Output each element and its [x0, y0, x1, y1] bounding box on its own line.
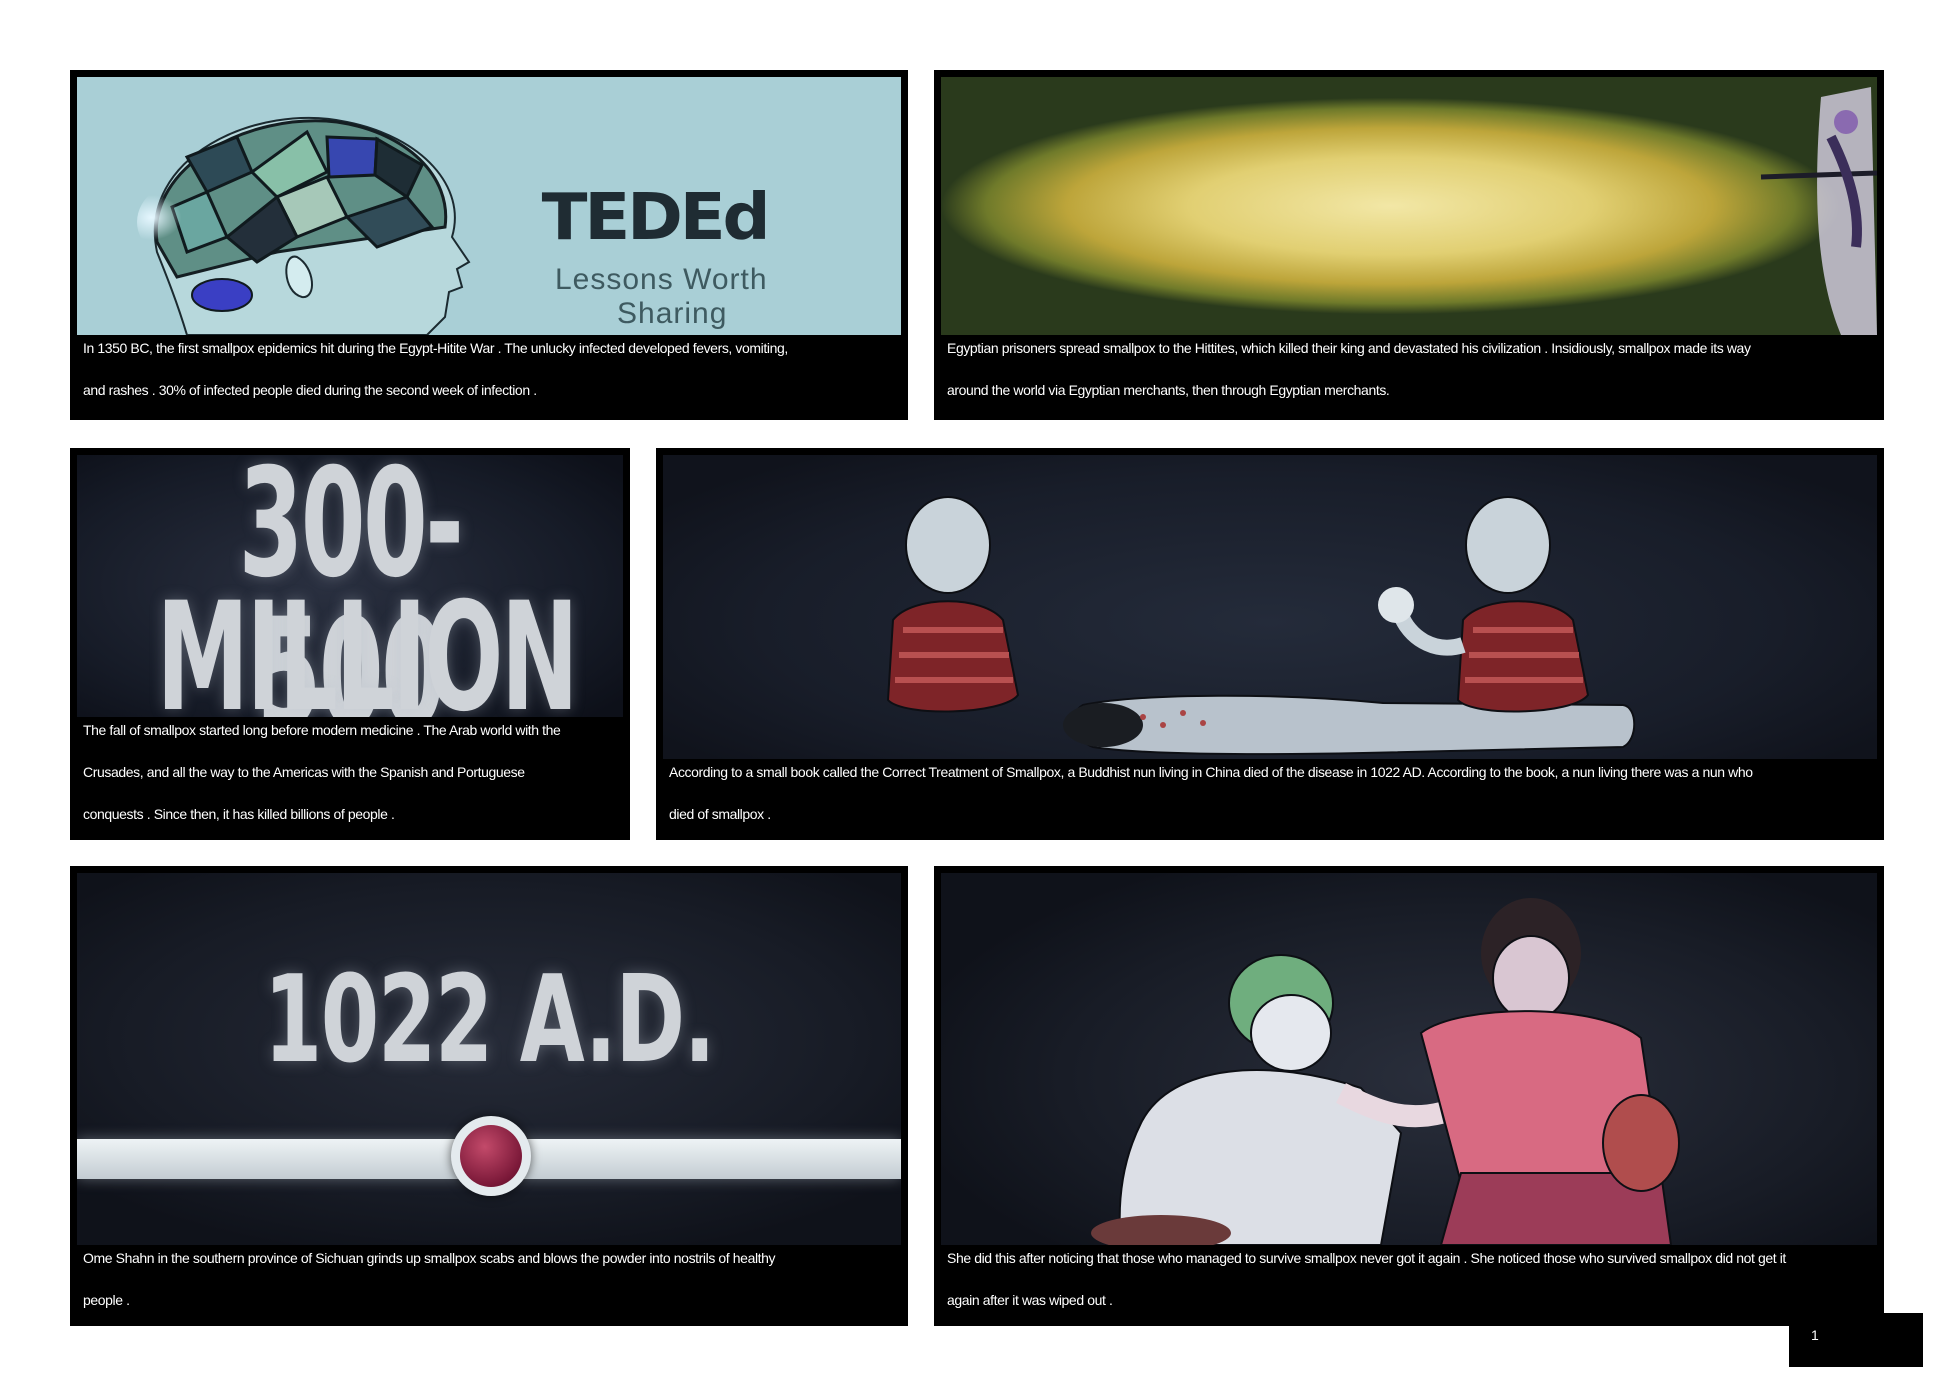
- panel-5-image: 1022 A.D.: [77, 873, 901, 1245]
- panel-3-image: 300-500 MILLION: [77, 455, 623, 717]
- caption-line: again after it was wiped out .: [947, 1292, 1113, 1308]
- caption-line: around the world via Egyptian merchants,…: [947, 382, 1390, 398]
- storyboard-panel-3: 300-500 MILLION The fall of smallpox sta…: [70, 448, 630, 840]
- panel-2-image: [941, 77, 1877, 335]
- ted-ed-tagline-line-2: Sharing: [617, 297, 728, 330]
- page-number-box: 1: [1789, 1313, 1923, 1367]
- soldier-figure-illustration: [1760, 87, 1877, 335]
- ted-ed-logo: TEDEd: [541, 181, 771, 255]
- caption-line: conquests . Since then, it has killed bi…: [83, 806, 395, 822]
- storyboard-panel-6: She did this after noticing that those w…: [934, 866, 1884, 1326]
- storyboard-panel-1: TEDEd Lessons Worth Sharing In 1350 BC, …: [70, 70, 908, 420]
- timeline-date-text: 1022 A.D.: [263, 951, 716, 1090]
- caption-line: Crusades, and all the way to the America…: [83, 764, 525, 780]
- panel-4-image: [663, 455, 1877, 759]
- panel-1-image: TEDEd Lessons Worth Sharing: [77, 77, 901, 335]
- panel-6-caption: She did this after noticing that those w…: [941, 1237, 1877, 1321]
- ted-ed-tagline-line-1: Lessons Worth: [555, 263, 768, 296]
- caption-line: people .: [83, 1292, 130, 1308]
- inoculation-scene-illustration: [1091, 898, 1680, 1245]
- caption-line: and rashes . 30% of infected people died…: [83, 382, 537, 398]
- storyboard-panel-5: 1022 A.D. Ome Shahn in the southern prov…: [70, 866, 908, 1326]
- panel-6-image: [941, 873, 1877, 1245]
- caption-line: died of smallpox .: [669, 806, 771, 822]
- storyboard-panel-2: Egyptian prisoners spread smallpox to th…: [934, 70, 1884, 420]
- brain-head-illustration: [137, 117, 471, 335]
- page-number: 1: [1811, 1327, 1819, 1343]
- panel-3-caption: The fall of smallpox started long before…: [77, 709, 623, 835]
- statistic-unit-text: MILLION: [156, 571, 578, 717]
- storyboard-panel-4: According to a small book called the Cor…: [656, 448, 1884, 840]
- panel-5-caption: Ome Shahn in the southern province of Si…: [77, 1237, 901, 1321]
- nuns-tending-patient-illustration: [886, 496, 1636, 756]
- panel-1-caption: In 1350 BC, the first smallpox epidemics…: [77, 327, 901, 411]
- panel-2-caption: Egyptian prisoners spread smallpox to th…: [941, 327, 1877, 411]
- panel-4-caption: According to a small book called the Cor…: [663, 751, 1877, 835]
- timeline-marker: [451, 1116, 531, 1196]
